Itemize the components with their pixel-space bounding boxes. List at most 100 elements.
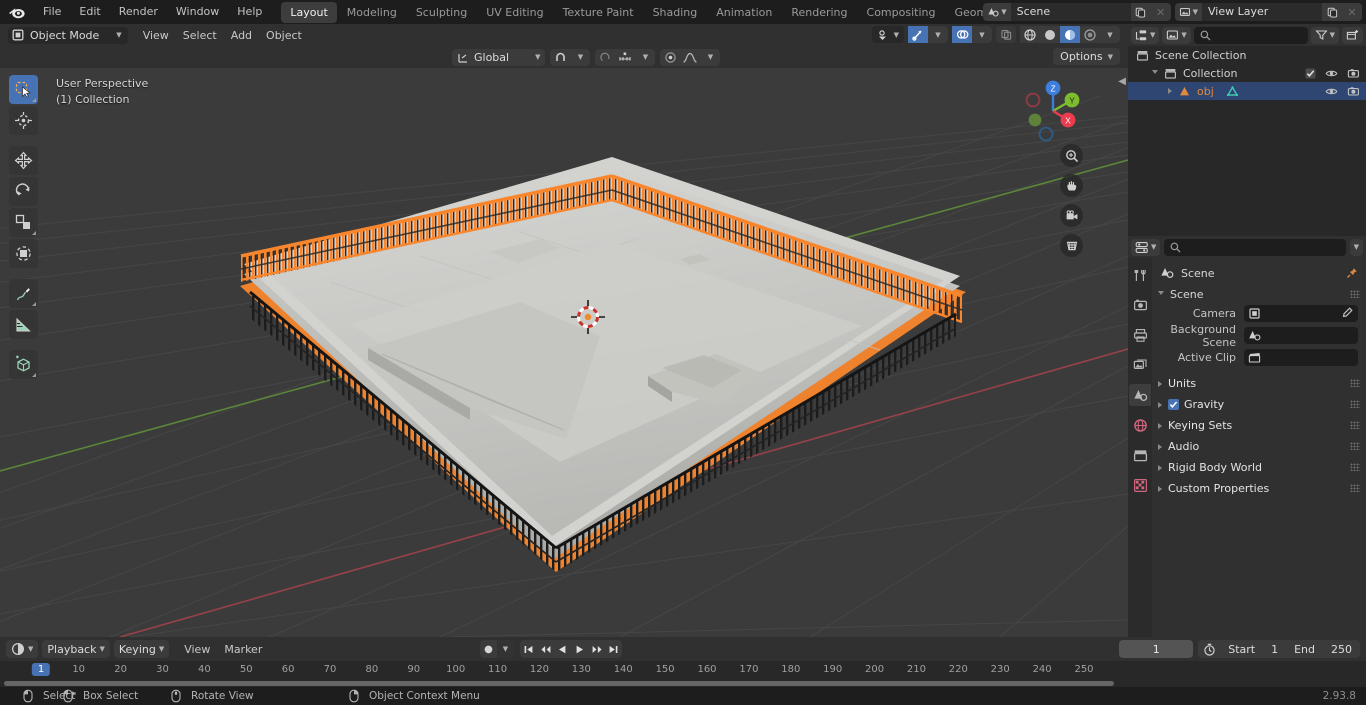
properties-editor-icon[interactable]: ▼ xyxy=(1131,238,1161,256)
properties-output-tab[interactable] xyxy=(1129,324,1151,346)
gizmo-dropdown[interactable]: ▼ xyxy=(928,26,948,43)
properties-panel-custom-properties[interactable]: Custom Properties xyxy=(1152,478,1366,499)
proportional-edit-icon[interactable] xyxy=(615,48,636,66)
expander-triangle-icon[interactable] xyxy=(1168,88,1172,94)
new-scene-icon[interactable] xyxy=(1130,3,1151,21)
frame-start-field[interactable]: Start 1 xyxy=(1220,640,1286,658)
properties-panel-header-scene[interactable]: Scene xyxy=(1152,284,1366,304)
panel-expander-icon[interactable] xyxy=(1158,443,1162,450)
panel-drag-handle[interactable] xyxy=(1350,379,1360,387)
field-input[interactable] xyxy=(1244,305,1358,322)
new-layer-icon[interactable] xyxy=(1322,3,1342,21)
properties-texture-tab[interactable] xyxy=(1129,474,1151,496)
proportional-toggle-icon[interactable] xyxy=(660,48,681,66)
overlays-toggle-group[interactable]: ▼ xyxy=(952,26,992,43)
transform-tool[interactable] xyxy=(9,239,38,268)
rotate-tool[interactable] xyxy=(9,177,38,206)
panel-enable-checkbox[interactable] xyxy=(1168,399,1179,410)
expander-triangle-icon[interactable] xyxy=(1152,69,1158,77)
frame-end-field[interactable]: End 250 xyxy=(1286,640,1360,658)
magnet-icon[interactable] xyxy=(550,48,571,66)
3d-viewport[interactable]: Object Mode ▼ ViewSelectAddObject ▼ ▼ xyxy=(0,24,1128,637)
viewport-options-dropdown[interactable]: Options ▼ xyxy=(1053,48,1120,65)
timeline-editor[interactable]: ▼ Playback ▼ Keying ▼ View Marker ● ▼ 1 … xyxy=(0,637,1366,687)
unlink-scene-icon[interactable]: ✕ xyxy=(1150,3,1171,21)
auto-keying-dropdown[interactable]: ▼ xyxy=(497,640,514,658)
material-shading-icon[interactable] xyxy=(1060,26,1080,43)
field-input[interactable] xyxy=(1244,349,1358,366)
toggle-perspective-icon[interactable] xyxy=(1060,234,1083,257)
cursor-tool[interactable] xyxy=(9,106,38,135)
outliner-row-obj[interactable]: obj xyxy=(1128,82,1366,100)
workspace-tab-animation[interactable]: Animation xyxy=(707,2,781,23)
workspace-tab-shading[interactable]: Shading xyxy=(644,2,707,23)
next-keyframe-icon[interactable] xyxy=(588,640,605,658)
scene-selector[interactable]: ▼ Scene ✕ xyxy=(983,3,1171,21)
measure-tool[interactable] xyxy=(9,310,38,339)
properties-search-input[interactable] xyxy=(1164,238,1346,256)
falloff-group[interactable]: ▼ xyxy=(660,48,721,66)
previous-keyframe-icon[interactable] xyxy=(537,640,554,658)
annotate-tool[interactable] xyxy=(9,279,38,308)
field-input[interactable] xyxy=(1244,327,1358,344)
workspace-tab-modeling[interactable]: Modeling xyxy=(338,2,406,23)
timeline-menu-playback[interactable]: Playback ▼ xyxy=(42,640,110,658)
timeline-playhead[interactable]: 1 xyxy=(31,663,51,676)
properties-scene-tab[interactable] xyxy=(1129,384,1151,406)
scene-icon[interactable]: ▼ xyxy=(983,3,1011,21)
visibility-eye-icon[interactable] xyxy=(1325,85,1338,98)
outliner-search-input[interactable] xyxy=(1193,26,1308,44)
falloff-curve-icon[interactable] xyxy=(680,48,701,66)
scene-name-field[interactable]: Scene xyxy=(1010,3,1131,21)
pivot-group[interactable]: ▼ xyxy=(595,48,656,66)
properties-panel-keying-sets[interactable]: Keying Sets xyxy=(1152,415,1366,436)
falloff-dropdown[interactable]: ▼ xyxy=(700,48,721,66)
properties-view-layer-tab[interactable] xyxy=(1129,354,1151,376)
jump-to-end-icon[interactable] xyxy=(605,640,622,658)
workspace-tab-compositing[interactable]: Compositing xyxy=(858,2,945,23)
outliner-row-collection[interactable]: Collection xyxy=(1128,64,1366,82)
topbar-menu-edit[interactable]: Edit xyxy=(70,2,109,22)
unlink-layer-icon[interactable]: ✕ xyxy=(1342,3,1362,21)
use-preview-range-icon[interactable] xyxy=(1198,640,1220,658)
panel-drag-handle[interactable] xyxy=(1350,400,1360,408)
object-visibility-dropdown[interactable]: ▼ xyxy=(871,26,904,43)
shading-dropdown[interactable]: ▼ xyxy=(1100,26,1120,43)
timeline-scrollbar[interactable] xyxy=(4,681,1114,686)
pan-hand-icon[interactable] xyxy=(1060,174,1083,197)
outliner-tree[interactable]: Scene Collection Collection obj xyxy=(1128,46,1366,236)
render-visibility-camera-icon[interactable] xyxy=(1347,85,1360,98)
gizmo-icon[interactable] xyxy=(908,26,928,43)
navigation-gizmo[interactable]: Z Y X xyxy=(1016,74,1090,148)
panel-drag-handle[interactable] xyxy=(1350,421,1360,429)
topbar-menu-file[interactable]: File xyxy=(34,2,70,22)
panel-expander-icon[interactable] xyxy=(1158,290,1164,298)
panel-expander-icon[interactable] xyxy=(1158,422,1162,429)
properties-options-dropdown[interactable]: ▼ xyxy=(1349,238,1363,256)
auto-keying-group[interactable]: ● ▼ xyxy=(480,640,514,658)
pin-icon[interactable] xyxy=(1346,267,1358,279)
snapping-group[interactable]: ▼ xyxy=(550,48,591,66)
zoom-icon[interactable] xyxy=(1060,144,1083,167)
jump-to-start-icon[interactable] xyxy=(520,640,537,658)
outliner-row-scene-collection[interactable]: Scene Collection xyxy=(1128,46,1366,64)
workspace-tab-sculpting[interactable]: Sculpting xyxy=(407,2,476,23)
panel-drag-handle[interactable] xyxy=(1350,463,1360,471)
solid-shading-icon[interactable] xyxy=(1040,26,1060,43)
workspace-tab-layout[interactable]: Layout xyxy=(281,1,337,23)
filter-icon[interactable]: ▼ xyxy=(1310,26,1339,44)
properties-panel-audio[interactable]: Audio xyxy=(1152,436,1366,457)
properties-tool-tab[interactable] xyxy=(1129,264,1151,286)
play-reverse-icon[interactable] xyxy=(554,640,571,658)
visibility-eye-icon[interactable] xyxy=(1325,67,1338,80)
snapping-dropdown[interactable]: ▼ xyxy=(570,48,591,66)
overlays-icon[interactable] xyxy=(952,26,972,43)
blender-logo-icon[interactable] xyxy=(6,3,28,21)
overlays-dropdown[interactable]: ▼ xyxy=(972,26,992,43)
workspace-tab-rendering[interactable]: Rendering xyxy=(782,2,856,23)
proportional-dropdown[interactable]: ▼ xyxy=(635,48,656,66)
view-layer-icon[interactable]: ▼ xyxy=(1174,3,1202,21)
topbar-menu-help[interactable]: Help xyxy=(228,2,271,22)
wireframe-shading-icon[interactable] xyxy=(1020,26,1040,43)
current-frame-field[interactable]: 1 xyxy=(1119,640,1194,658)
